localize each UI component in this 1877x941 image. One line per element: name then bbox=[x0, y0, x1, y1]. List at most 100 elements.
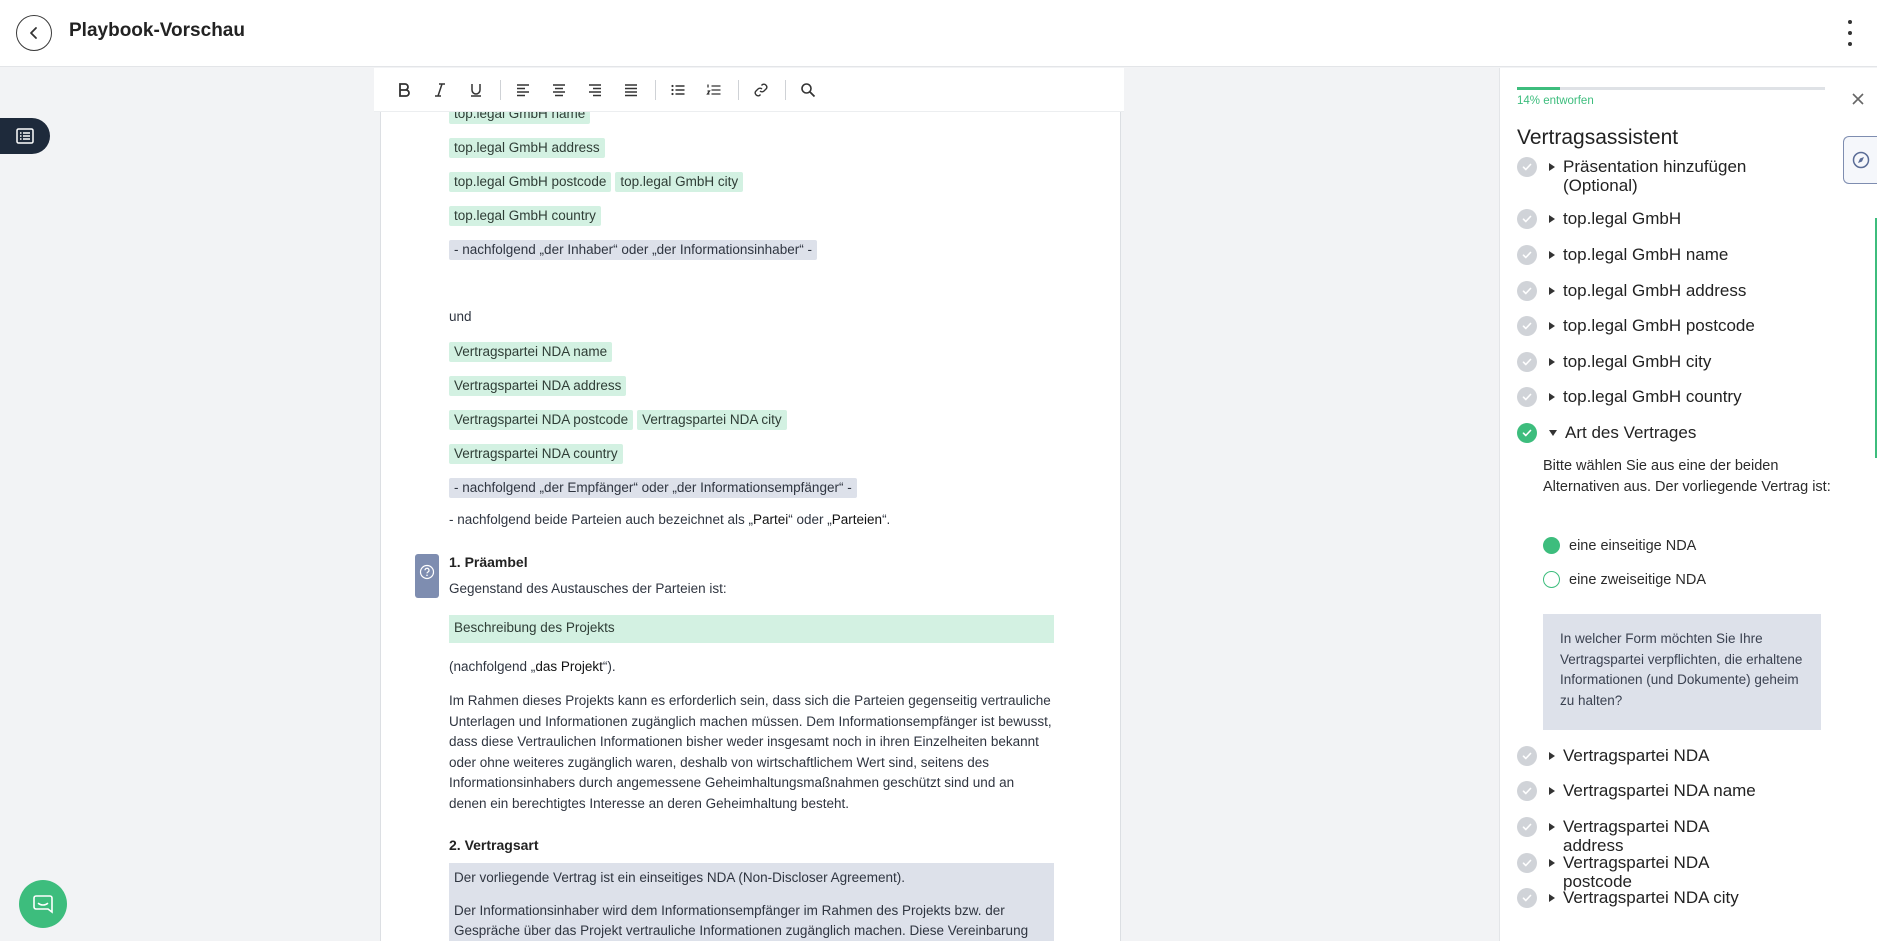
caret-down-icon[interactable] bbox=[1549, 430, 1557, 436]
step-bottom-3[interactable]: Vertragspartei NDA postcode bbox=[1517, 853, 1763, 891]
status-check-icon bbox=[1517, 157, 1537, 177]
step-top-7[interactable]: Art des Vertrages bbox=[1517, 423, 1696, 443]
party-alias-clause[interactable]: - nachfolgend „der Empfänger“ oder „der … bbox=[449, 478, 857, 498]
compass-icon bbox=[1852, 151, 1869, 169]
caret-right-icon[interactable] bbox=[1549, 393, 1555, 401]
caret-right-icon[interactable] bbox=[1549, 823, 1555, 831]
align-left-button[interactable] bbox=[509, 76, 537, 104]
radio-unselected[interactable] bbox=[1543, 571, 1560, 588]
step-bottom-2[interactable]: Vertragspartei NDA address bbox=[1517, 817, 1763, 855]
toolbar-separator bbox=[785, 79, 786, 100]
numbered-list-button[interactable] bbox=[700, 76, 728, 104]
close-icon[interactable] bbox=[1849, 90, 1867, 108]
step-top-6[interactable]: top.legal GmbH country bbox=[1517, 387, 1742, 407]
step-top-0[interactable]: Präsentation hinzufügen (Optional) bbox=[1517, 157, 1763, 195]
italic-button[interactable] bbox=[426, 76, 454, 104]
bullet-list-icon bbox=[671, 84, 685, 95]
question-circle-icon bbox=[419, 564, 435, 580]
toolbar-separator bbox=[738, 79, 739, 100]
status-check-icon bbox=[1517, 281, 1537, 301]
back-button[interactable] bbox=[16, 15, 52, 51]
step-bottom-0[interactable]: Vertragspartei NDA bbox=[1517, 746, 1709, 766]
variable-owner-postcode[interactable]: top.legal GmbH postcode bbox=[449, 172, 612, 192]
progress-fill bbox=[1517, 87, 1561, 90]
status-check-icon bbox=[1517, 423, 1537, 443]
progress-bar bbox=[1517, 87, 1825, 90]
status-check-icon bbox=[1517, 746, 1537, 766]
owner-alias-clause[interactable]: - nachfolgend „der Inhaber“ oder „der In… bbox=[449, 240, 817, 260]
step-bottom-1[interactable]: Vertragspartei NDA name bbox=[1517, 781, 1756, 801]
section-1: 1. Präambel bbox=[415, 554, 1054, 598]
search-button[interactable] bbox=[794, 76, 822, 104]
progress-label: 14% entworfen bbox=[1517, 95, 1594, 107]
search-icon bbox=[801, 82, 816, 97]
variable-party-city[interactable]: Vertragspartei NDA city bbox=[637, 410, 787, 430]
caret-right-icon[interactable] bbox=[1549, 859, 1555, 867]
variable-party-address[interactable]: Vertragspartei NDA address bbox=[449, 376, 627, 396]
check-icon bbox=[1522, 251, 1532, 259]
variable-project-description[interactable]: Beschreibung des Projekts bbox=[449, 615, 1054, 643]
caret-right-icon[interactable] bbox=[1549, 787, 1555, 795]
kebab-menu-icon[interactable] bbox=[1843, 20, 1857, 46]
step-top-3[interactable]: top.legal GmbH address bbox=[1517, 281, 1746, 301]
help-marker[interactable] bbox=[415, 554, 439, 598]
caret-right-icon[interactable] bbox=[1549, 894, 1555, 902]
check-icon bbox=[1522, 894, 1532, 902]
align-right-button[interactable] bbox=[581, 76, 609, 104]
caret-right-icon[interactable] bbox=[1549, 358, 1555, 366]
chat-icon bbox=[33, 895, 53, 914]
bold-button[interactable] bbox=[390, 76, 418, 104]
outline-toggle-button[interactable] bbox=[0, 118, 50, 154]
hint-box: In welcher Form möchten Sie Ihre Vertrag… bbox=[1543, 614, 1821, 730]
align-justify-icon bbox=[625, 83, 637, 96]
step-top-2[interactable]: top.legal GmbH name bbox=[1517, 245, 1728, 265]
step-label: Vertragspartei NDA bbox=[1563, 746, 1710, 765]
step-label: top.legal GmbH bbox=[1563, 209, 1682, 228]
section-2-clause[interactable]: Der vorliegende Vertrag ist ein einseiti… bbox=[449, 863, 1054, 941]
step-top-4[interactable]: top.legal GmbH postcode bbox=[1517, 316, 1755, 336]
caret-right-icon[interactable] bbox=[1549, 163, 1555, 171]
editor-toolbar bbox=[374, 68, 1124, 112]
step-label: top.legal GmbH postcode bbox=[1563, 316, 1755, 335]
toolbar-separator bbox=[500, 79, 501, 100]
align-center-button[interactable] bbox=[545, 76, 573, 104]
navigator-button[interactable] bbox=[1843, 136, 1877, 184]
variable-party-postcode[interactable]: Vertragspartei NDA postcode bbox=[449, 410, 634, 430]
caret-right-icon[interactable] bbox=[1549, 215, 1555, 223]
step-label: top.legal GmbH address bbox=[1563, 281, 1747, 300]
caret-right-icon[interactable] bbox=[1549, 752, 1555, 760]
step-bottom-4[interactable]: Vertragspartei NDA city bbox=[1517, 888, 1739, 908]
both-parties-text: - nachfolgend beide Parteien auch bezeic… bbox=[449, 512, 891, 527]
caret-right-icon[interactable] bbox=[1549, 287, 1555, 295]
variable-party-name[interactable]: Vertragspartei NDA name bbox=[449, 342, 613, 362]
bullet-list-button[interactable] bbox=[664, 76, 692, 104]
step-top-5[interactable]: top.legal GmbH city bbox=[1517, 352, 1711, 372]
check-icon bbox=[1522, 859, 1532, 867]
contract-type-description: Bitte wählen Sie aus eine der beiden Alt… bbox=[1543, 458, 1831, 495]
variable-party-country[interactable]: Vertragspartei NDA country bbox=[449, 444, 623, 464]
option-label: eine einseitige NDA bbox=[1569, 537, 1697, 554]
status-check-icon bbox=[1517, 853, 1537, 873]
chat-button[interactable] bbox=[19, 880, 67, 928]
variable-owner-country[interactable]: top.legal GmbH country bbox=[449, 206, 601, 226]
section-2-line-2: Der Informationsinhaber wird dem Informa… bbox=[454, 903, 1029, 938]
check-icon bbox=[1522, 163, 1532, 171]
variable-owner-address[interactable]: top.legal GmbH address bbox=[449, 138, 605, 158]
caret-right-icon[interactable] bbox=[1549, 251, 1555, 259]
check-icon bbox=[1522, 429, 1532, 437]
document-outline-icon bbox=[16, 128, 34, 144]
underline-button[interactable] bbox=[462, 76, 490, 104]
underline-icon bbox=[471, 83, 481, 97]
variable-owner-city[interactable]: top.legal GmbH city bbox=[615, 172, 744, 192]
status-check-icon bbox=[1517, 352, 1537, 372]
step-top-1[interactable]: top.legal GmbH bbox=[1517, 209, 1681, 229]
section-1-intro: Gegenstand des Austausches der Parteien … bbox=[449, 581, 727, 596]
link-button[interactable] bbox=[747, 76, 775, 104]
step-label: Vertragspartei NDA postcode bbox=[1563, 853, 1709, 891]
option-zweiseitig[interactable]: eine zweiseitige NDA bbox=[1543, 571, 1706, 588]
option-einseitig[interactable]: eine einseitige NDA bbox=[1543, 537, 1696, 554]
status-check-icon bbox=[1517, 245, 1537, 265]
radio-selected[interactable] bbox=[1543, 537, 1560, 554]
align-justify-button[interactable] bbox=[617, 76, 645, 104]
caret-right-icon[interactable] bbox=[1549, 322, 1555, 330]
